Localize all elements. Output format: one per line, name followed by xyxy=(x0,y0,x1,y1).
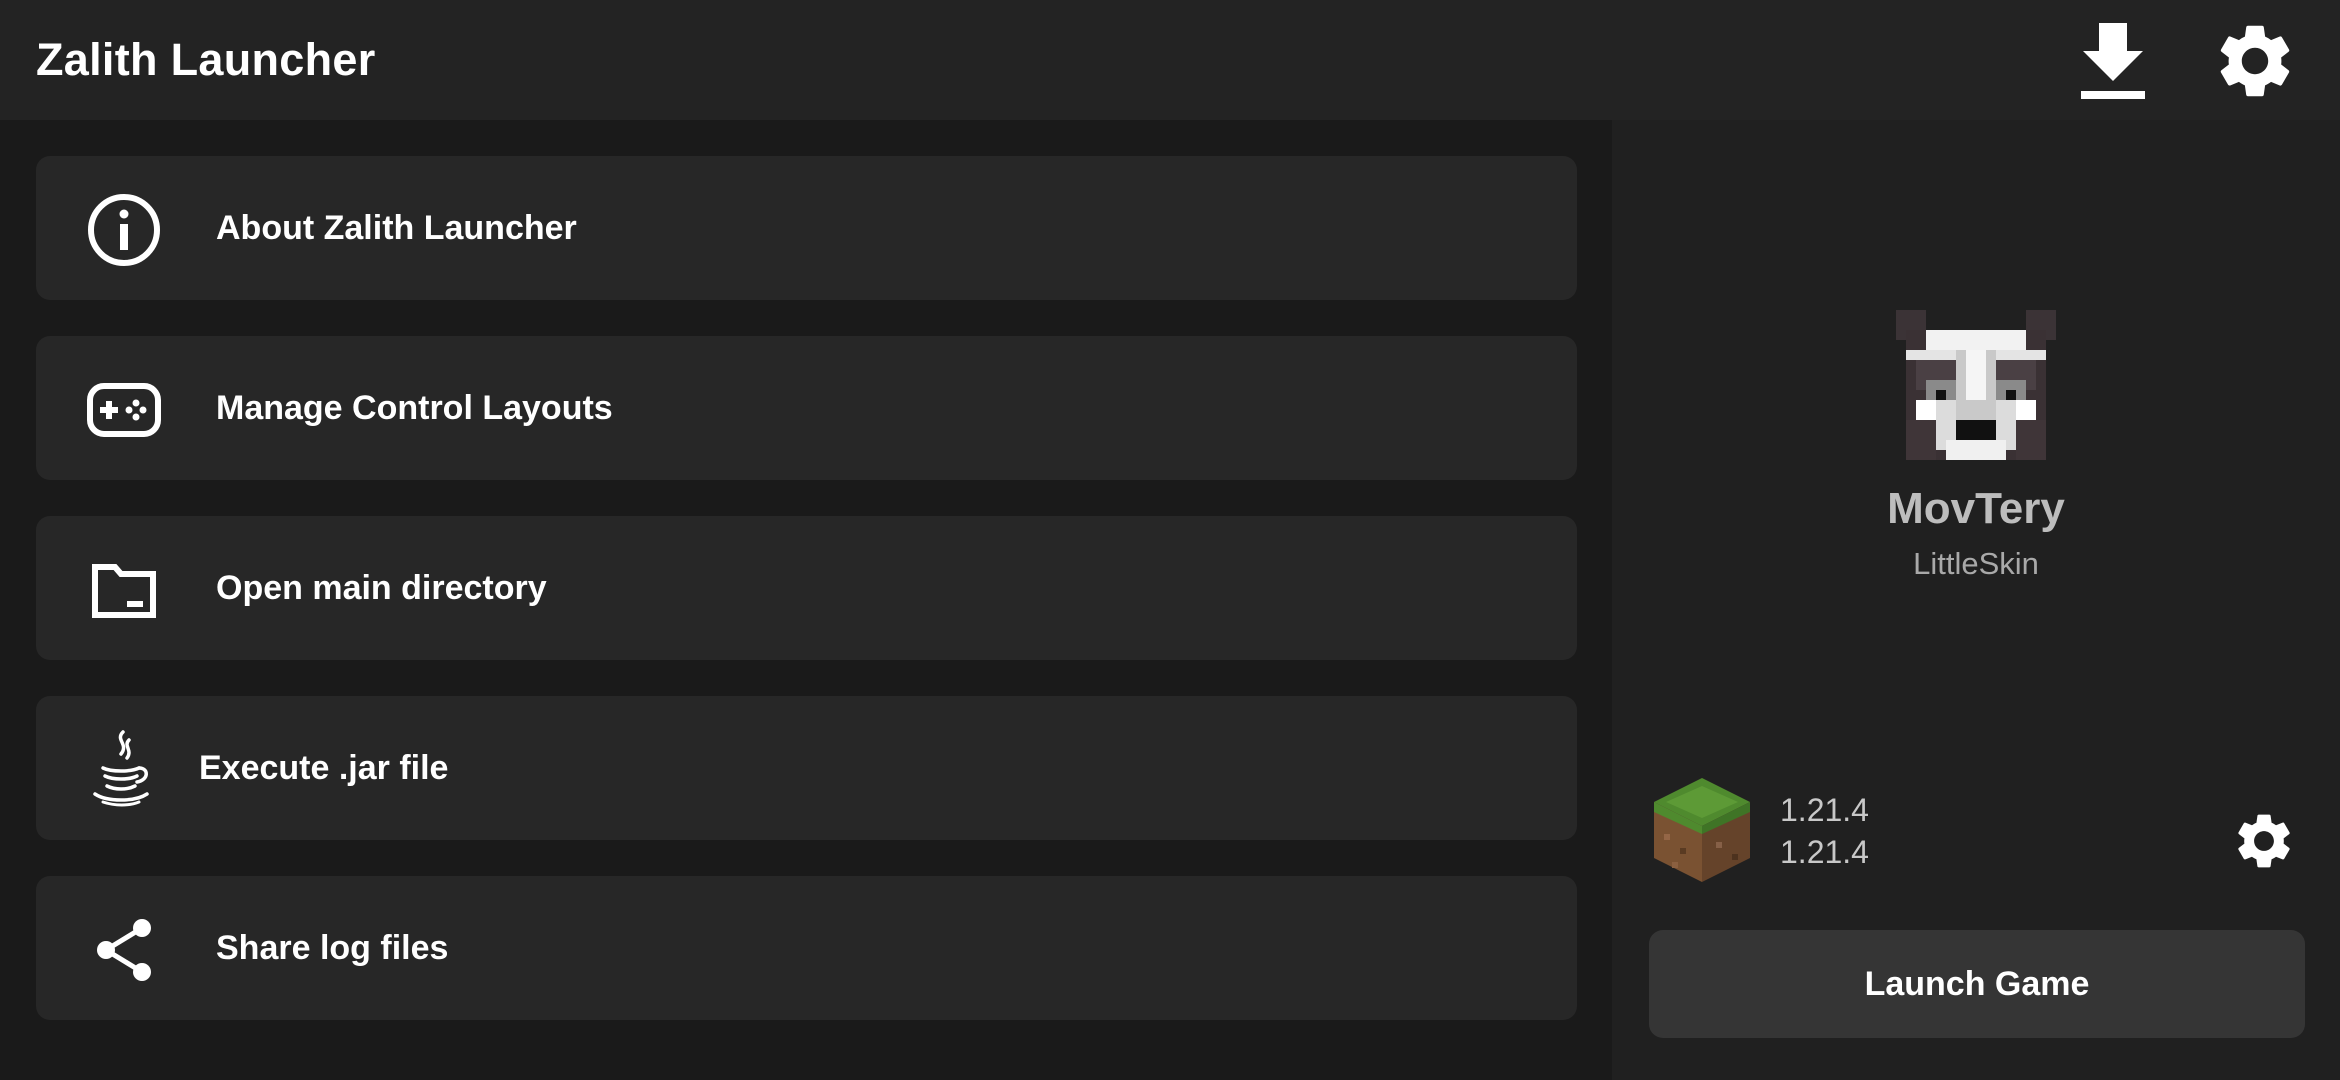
version-game-version: 1.21.4 xyxy=(1780,834,1869,870)
version-name: 1.21.4 xyxy=(1780,792,1869,828)
menu-item-execute-jar[interactable]: Execute .jar file xyxy=(36,696,1577,840)
menu-item-label: Manage Control Layouts xyxy=(216,389,613,427)
player-head-avatar[interactable] xyxy=(1896,310,2056,460)
account-type: LittleSkin xyxy=(1913,546,2039,581)
top-app-bar: Zalith Launcher xyxy=(0,0,2340,120)
menu-item-label: About Zalith Launcher xyxy=(216,209,577,247)
account-username: MovTery xyxy=(1887,484,2065,533)
gamepad-icon xyxy=(86,372,162,448)
java-icon xyxy=(86,726,156,810)
share-icon xyxy=(86,912,162,988)
menu-item-about[interactable]: About Zalith Launcher xyxy=(36,156,1577,300)
account-panel: MovTery LittleSkin 1.21.4 1.21.4 Launch … xyxy=(1612,120,2340,1080)
menu-item-label: Open main directory xyxy=(216,569,547,607)
gear-icon xyxy=(2220,25,2290,97)
download-icon xyxy=(2081,23,2145,99)
menu-item-label: Execute .jar file xyxy=(199,749,449,787)
version-settings-button[interactable] xyxy=(2229,806,2299,876)
settings-button[interactable] xyxy=(2210,16,2300,106)
launcher-app: Zalith Launcher About Zalith Launcher Ma… xyxy=(0,0,2340,1080)
menu-item-open-directory[interactable]: Open main directory xyxy=(36,516,1577,660)
folder-icon xyxy=(86,552,162,628)
launch-game-button[interactable]: Launch Game xyxy=(1649,930,2305,1038)
gear-icon xyxy=(2238,814,2290,868)
app-title: Zalith Launcher xyxy=(36,34,376,85)
version-selector[interactable]: 1.21.4 1.21.4 xyxy=(1652,776,2312,886)
grass-block-icon xyxy=(1652,776,1752,884)
download-button[interactable] xyxy=(2068,16,2158,106)
menu-item-share-logs[interactable]: Share log files xyxy=(36,876,1577,1020)
menu-item-control-layouts[interactable]: Manage Control Layouts xyxy=(36,336,1577,480)
menu-item-label: Share log files xyxy=(216,929,449,967)
info-icon xyxy=(86,192,162,268)
